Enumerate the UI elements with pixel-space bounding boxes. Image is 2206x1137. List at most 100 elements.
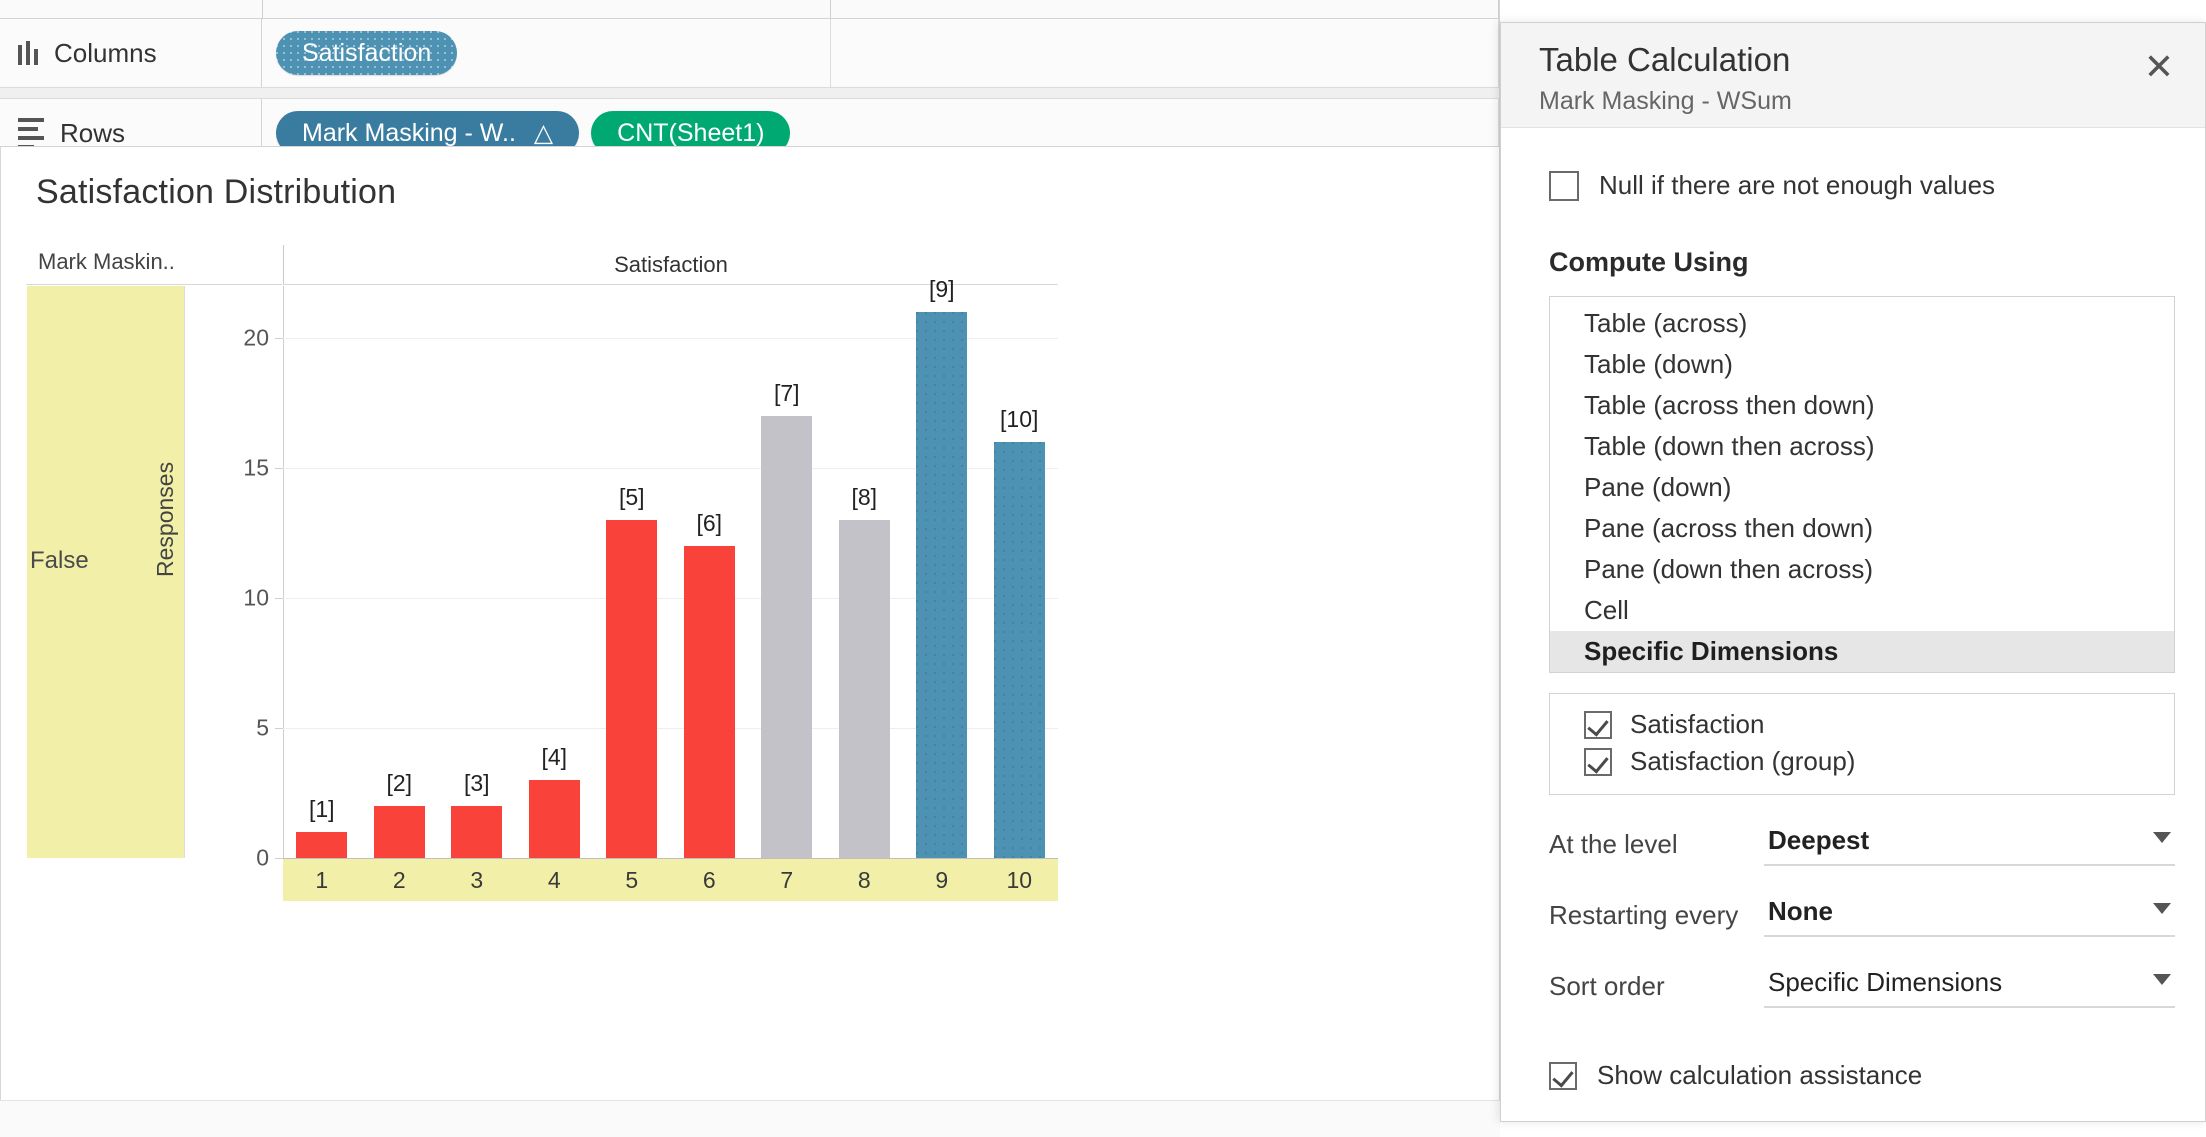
x-axis-tick-label[interactable]: 3 bbox=[470, 867, 483, 894]
null-if-not-enough-values-row[interactable]: Null if there are not enough values bbox=[1549, 170, 2175, 201]
calc-field-value: None bbox=[1768, 896, 1833, 926]
x-axis-tick-label[interactable]: 10 bbox=[1006, 867, 1032, 894]
specific-dimensions-listbox[interactable]: Satisfaction Satisfaction (group) bbox=[1549, 693, 2175, 795]
x-axis-tick-label[interactable]: 9 bbox=[935, 867, 948, 894]
table-calc-delta-icon[interactable]: △ bbox=[534, 118, 553, 148]
dialog-subtitle: Mark Masking - WSum bbox=[1539, 87, 1792, 115]
bar[interactable]: [6] bbox=[683, 510, 735, 858]
y-axis-tick-label: 5 bbox=[256, 714, 269, 741]
x-axis-tick-label[interactable]: 6 bbox=[703, 867, 716, 894]
x-axis-tick-label[interactable]: 1 bbox=[315, 867, 328, 894]
chevron-down-icon[interactable] bbox=[2153, 832, 2171, 843]
x-axis-tick-label[interactable]: 8 bbox=[858, 867, 871, 894]
pill-satisfaction-text: Satisfaction bbox=[302, 38, 432, 67]
bar[interactable]: [1] bbox=[296, 796, 348, 858]
bar[interactable]: [7] bbox=[761, 380, 813, 858]
dialog-body: Null if there are not enough values Comp… bbox=[1501, 128, 2205, 1091]
row-header-value: False bbox=[30, 547, 89, 574]
bar[interactable]: [4] bbox=[528, 744, 580, 858]
bar-rect[interactable] bbox=[993, 442, 1045, 858]
compute-using-option[interactable]: Specific Dimensions bbox=[1550, 631, 2174, 672]
calc-field-dropdown[interactable]: None bbox=[1764, 896, 2175, 937]
bar-rect[interactable] bbox=[528, 780, 580, 858]
shelf-area: Columns Satisfaction Rows Mark Masking -… bbox=[0, 0, 1500, 167]
pill-satisfaction[interactable]: Satisfaction bbox=[276, 31, 458, 75]
x-axis-tick-label[interactable]: 5 bbox=[625, 867, 638, 894]
rows-icon bbox=[18, 117, 44, 149]
table-calculation-dialog: Table Calculation Mark Masking - WSum ✕ … bbox=[1500, 22, 2206, 1122]
bar-rect[interactable] bbox=[451, 806, 503, 858]
y-axis-tick-mark bbox=[275, 858, 283, 859]
calc-field-dropdown[interactable]: Deepest bbox=[1764, 825, 2175, 866]
compute-using-option[interactable]: Table (across then down) bbox=[1550, 385, 2174, 426]
calc-field-row: Sort order Specific Dimensions bbox=[1549, 967, 2175, 1008]
dimension-checkbox[interactable] bbox=[1584, 710, 1612, 739]
bar[interactable]: [3] bbox=[451, 770, 503, 858]
dimension-checkbox[interactable] bbox=[1584, 747, 1612, 776]
calc-field-value: Specific Dimensions bbox=[1768, 967, 2003, 997]
bar[interactable]: [2] bbox=[373, 770, 425, 858]
bar-rect[interactable] bbox=[838, 520, 890, 858]
y-axis-title: Responses bbox=[152, 461, 178, 577]
x-axis-tick-label[interactable]: 4 bbox=[548, 867, 561, 894]
calc-field-dropdown[interactable]: Specific Dimensions bbox=[1764, 967, 2175, 1008]
bar-value-label: [9] bbox=[928, 276, 955, 302]
show-calculation-assistance-checkbox[interactable] bbox=[1549, 1061, 1577, 1090]
calc-field-label: Sort order bbox=[1549, 971, 1665, 1001]
dimension-row[interactable]: Satisfaction bbox=[1550, 706, 2174, 743]
bar-rect[interactable] bbox=[761, 416, 813, 858]
x-axis-band[interactable]: 1 2 3 4 5 6 7 8 9 10 bbox=[283, 859, 1058, 901]
bar-rect[interactable] bbox=[373, 806, 425, 858]
rows-label-text: Rows bbox=[60, 117, 126, 148]
columns-icon bbox=[18, 41, 38, 65]
pill-cnt-sheet1-text: CNT(Sheet1) bbox=[617, 118, 765, 147]
y-axis-tick-mark bbox=[275, 728, 283, 729]
row-field-header[interactable]: Mark Maskin.. bbox=[26, 245, 282, 285]
calc-field-value: Deepest bbox=[1768, 825, 1870, 855]
y-axis-tick-label: 10 bbox=[243, 584, 269, 611]
bar[interactable]: [9] bbox=[916, 276, 968, 858]
compute-using-option[interactable]: Pane (across then down) bbox=[1550, 508, 2174, 549]
y-axis-tick-mark bbox=[275, 598, 283, 599]
y-axis-tick-label: 20 bbox=[243, 324, 269, 351]
null-if-not-enough-values-label: Null if there are not enough values bbox=[1599, 170, 1996, 200]
bar[interactable]: [10] bbox=[993, 406, 1045, 858]
compute-using-option[interactable]: Cell bbox=[1550, 590, 2174, 631]
compute-using-heading: Compute Using bbox=[1549, 247, 1749, 277]
x-axis-tick-label[interactable]: 2 bbox=[393, 867, 406, 894]
null-if-not-enough-values-checkbox[interactable] bbox=[1549, 170, 1579, 201]
dimension-label: Satisfaction bbox=[1630, 709, 1765, 739]
compute-using-option[interactable]: Pane (down) bbox=[1550, 467, 2174, 508]
bar-value-label: [2] bbox=[386, 770, 413, 796]
bar-rect[interactable] bbox=[916, 312, 968, 858]
compute-using-option[interactable]: Table (down) bbox=[1550, 344, 2174, 385]
calc-field-label: At the level bbox=[1549, 829, 1678, 859]
shelf-top-strip bbox=[0, 0, 1500, 19]
bar-rect[interactable] bbox=[683, 546, 735, 858]
bar-rect[interactable] bbox=[296, 832, 348, 858]
show-calculation-assistance-label: Show calculation assistance bbox=[1597, 1060, 1923, 1090]
calc-field-row: Restarting every None bbox=[1549, 896, 2175, 937]
chevron-down-icon[interactable] bbox=[2153, 903, 2171, 914]
bar-value-label: [6] bbox=[696, 510, 723, 536]
show-calculation-assistance-row[interactable]: Show calculation assistance bbox=[1549, 1060, 2175, 1091]
chevron-down-icon[interactable] bbox=[2153, 974, 2171, 985]
bar-rect[interactable] bbox=[606, 520, 658, 858]
bar[interactable]: [5] bbox=[606, 484, 658, 858]
compute-using-option[interactable]: Pane (down then across) bbox=[1550, 549, 2174, 590]
compute-using-listbox[interactable]: Table (across) Table (down) Table (across … bbox=[1549, 296, 2175, 673]
compute-using-option[interactable]: Table (down then across) bbox=[1550, 426, 2174, 467]
bar[interactable]: [8] bbox=[838, 484, 890, 858]
columns-shelf[interactable]: Columns Satisfaction bbox=[0, 19, 1500, 87]
columns-drop-zone[interactable]: Satisfaction bbox=[262, 19, 1500, 87]
dimension-label: Satisfaction (group) bbox=[1630, 746, 1856, 776]
calc-field-row: At the level Deepest bbox=[1549, 825, 2175, 866]
y-axis-tick-label: 0 bbox=[256, 844, 269, 871]
dialog-header: Table Calculation Mark Masking - WSum ✕ bbox=[1501, 23, 2205, 128]
x-axis-tick-label[interactable]: 7 bbox=[780, 867, 793, 894]
compute-using-option[interactable]: Table (across) bbox=[1550, 303, 2174, 344]
close-icon[interactable]: ✕ bbox=[2139, 47, 2179, 87]
shelf-tick bbox=[262, 0, 263, 18]
dimension-row[interactable]: Satisfaction (group) bbox=[1550, 743, 2174, 780]
bar-value-label: [10] bbox=[1000, 406, 1039, 432]
